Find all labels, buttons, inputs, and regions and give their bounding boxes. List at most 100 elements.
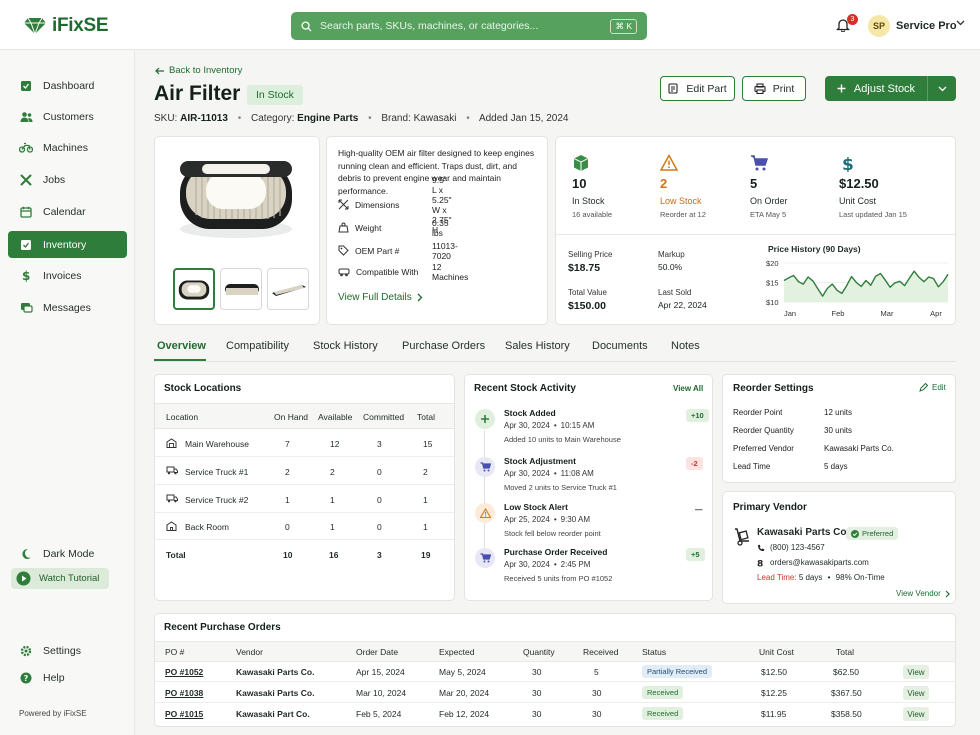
check-circle-icon [851, 529, 859, 538]
search-bar[interactable]: Search parts, SKUs, machines, or categor… [291, 12, 647, 40]
thumbnail-3[interactable] [267, 268, 309, 310]
watch-tutorial-button[interactable]: Watch Tutorial [11, 568, 109, 589]
sidebar-item-inventory[interactable]: Inventory [8, 231, 127, 258]
pencil-icon [919, 383, 928, 392]
avatar[interactable]: SP [868, 15, 890, 37]
sidebar-item-label: Machines [43, 141, 88, 154]
sidebar-item-customers[interactable]: Customers [8, 103, 127, 130]
activity-title: Stock Added [504, 408, 556, 418]
edit-icon [668, 83, 678, 94]
added-date: Added Jan 15, 2024 [478, 113, 569, 124]
brand-value: Brand: Kawasaki [381, 113, 457, 124]
back-link[interactable]: Back to Inventory [155, 65, 242, 76]
total-total: 19 [421, 550, 431, 560]
back-link-label: Back to Inventory [169, 65, 243, 76]
preferred-badge: Preferred [846, 527, 899, 540]
tab-overview[interactable]: Overview [157, 340, 206, 352]
activity-delta: +5 [686, 548, 705, 561]
location-name: Service Truck #2 [185, 495, 249, 505]
po-order-date: Apr 15, 2024 [356, 667, 405, 677]
po-vendor: Kawasaki Parts Co. [236, 688, 315, 698]
users-icon [19, 110, 33, 124]
bike-icon [19, 141, 33, 155]
available: 12 [330, 439, 340, 449]
sidebar-item-messages[interactable]: Messages [8, 294, 127, 321]
po-number-link[interactable]: PO #1038 [165, 688, 203, 698]
sidebar-item-help[interactable]: ? Help [8, 664, 127, 691]
weight-icon [338, 222, 349, 233]
x-tick-label: Mar [881, 309, 894, 318]
thumbnail-1[interactable] [173, 268, 215, 310]
po-table-header [155, 641, 955, 662]
edit-part-button[interactable]: Edit Part [660, 76, 735, 101]
search-icon [301, 20, 312, 32]
adjust-stock-dropdown[interactable] [928, 86, 956, 92]
air-filter-image[interactable] [172, 145, 299, 245]
stat-on-order: 5 On Order ETA May 5 [742, 146, 825, 227]
tab-purchase-orders[interactable]: Purchase Orders [402, 340, 485, 352]
tag-icon [338, 245, 349, 256]
po-view-button[interactable]: View [903, 665, 929, 679]
dark-mode-toggle[interactable]: Dark Mode [8, 540, 127, 567]
vendor-phone[interactable]: (800) 123-4567 [757, 543, 825, 552]
chevron-right-icon [417, 293, 423, 302]
truck-icon [166, 466, 178, 478]
status-badge: In Stock [247, 85, 303, 105]
total: 15 [423, 439, 433, 449]
price-history-title: Price History (90 Days) [768, 244, 861, 254]
on-hand: 2 [285, 467, 290, 477]
sidebar-item-machines[interactable]: Machines [8, 134, 127, 161]
po-number-link[interactable]: PO #1015 [165, 709, 203, 719]
vendor-email[interactable]: 8 orders@kawasakiparts.com [757, 558, 869, 567]
po-unit-cost: $11.95 [761, 709, 787, 719]
view-full-details-link[interactable]: View Full Details [338, 292, 423, 303]
tab-documents[interactable]: Documents [592, 340, 648, 352]
vendor-name[interactable]: Kawasaki Parts Co. [757, 527, 849, 538]
sidebar-item-dashboard[interactable]: Dashboard [8, 72, 127, 99]
app-logo[interactable]: iFixSE [24, 15, 109, 37]
print-button[interactable]: Print [742, 76, 806, 101]
sidebar-item-invoices[interactable]: $ Invoices [8, 262, 127, 289]
view-all-link[interactable]: View All [673, 384, 703, 393]
tab-compatibility[interactable]: Compatibility [226, 340, 289, 352]
total: 1 [423, 522, 428, 532]
po-view-button[interactable]: View [903, 686, 929, 700]
divider [556, 234, 955, 235]
adjust-stock-main[interactable]: Adjust Stock [825, 76, 928, 101]
activity-datetime: Apr 30, 2024 • 2:45 PM [504, 560, 590, 569]
chevron-down-icon[interactable] [956, 20, 965, 26]
po-expected: May 5, 2024 [439, 667, 486, 677]
tab-sales-history[interactable]: Sales History [505, 340, 570, 352]
location-name: Main Warehouse [185, 439, 249, 449]
po-view-button[interactable]: View [903, 707, 929, 721]
sidebar-item-calendar[interactable]: Calendar [8, 198, 127, 225]
activity-title: Stock Adjustment [504, 456, 576, 466]
activity-date: Apr 30, 2024 [504, 560, 550, 569]
adjust-stock-button[interactable]: Adjust Stock [825, 76, 956, 101]
sidebar-item-jobs[interactable]: Jobs [8, 166, 127, 193]
sidebar-item-label: Customers [43, 110, 94, 123]
available: 1 [330, 495, 335, 505]
tab-notes[interactable]: Notes [671, 340, 700, 352]
thumbnail-2[interactable] [220, 268, 262, 310]
search-input[interactable]: Search parts, SKUs, machines, or categor… [320, 20, 610, 32]
ruler-icon [338, 199, 349, 210]
view-vendor-link[interactable]: View Vendor [896, 589, 950, 598]
cart-icon [751, 155, 769, 171]
total: 1 [423, 495, 428, 505]
activity-date: Apr 30, 2024 [504, 469, 550, 478]
tab-stock-history[interactable]: Stock History [313, 340, 378, 352]
po-received: 30 [592, 709, 602, 719]
warning-icon [475, 503, 495, 523]
top-bar: iFixSE Search parts, SKUs, machines, or … [0, 0, 980, 50]
powered-by: Powered by iFixSE [19, 709, 87, 718]
user-name[interactable]: Service Pro [896, 20, 957, 32]
row-divider [155, 539, 454, 540]
reorder-edit-button[interactable]: Edit [919, 383, 946, 392]
po-number-link[interactable]: PO #1052 [165, 667, 203, 677]
category-label: Category: [251, 113, 295, 124]
po-total: $367.50 [831, 688, 862, 698]
y-tick-label: $10 [766, 298, 779, 307]
sidebar-item-settings[interactable]: Settings [8, 637, 127, 664]
cart-icon [475, 457, 495, 477]
